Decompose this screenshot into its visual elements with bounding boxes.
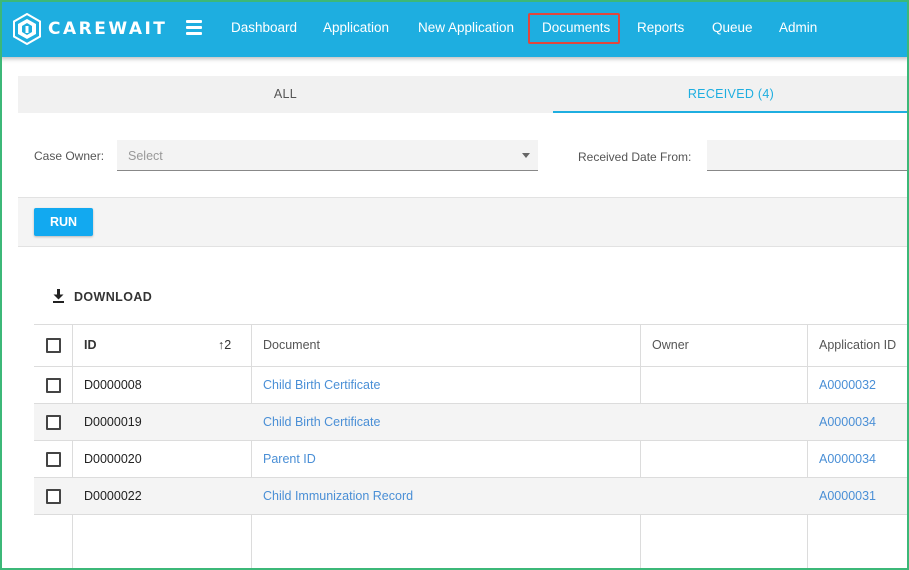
nav-admin[interactable]: Admin xyxy=(779,20,817,35)
table-row[interactable]: D0000022 Child Immunization Record A0000… xyxy=(34,478,909,515)
document-link[interactable]: Parent ID xyxy=(263,452,316,466)
sort-indicator[interactable]: ↑2 xyxy=(218,338,231,352)
document-link[interactable]: Child Birth Certificate xyxy=(263,415,380,429)
tab-all[interactable]: ALL xyxy=(18,76,553,113)
document-link[interactable]: Child Immunization Record xyxy=(263,489,413,503)
nav-new-application[interactable]: New Application xyxy=(418,20,514,35)
application-id-link[interactable]: A0000031 xyxy=(819,489,876,503)
carewait-logo-icon[interactable] xyxy=(12,13,42,45)
application-id-link[interactable]: A0000032 xyxy=(819,378,876,392)
case-owner-select[interactable]: Select xyxy=(117,140,538,171)
active-nav-highlight xyxy=(528,13,620,44)
row-checkbox[interactable] xyxy=(46,415,61,430)
brand-name[interactable]: CAREWAIT xyxy=(48,19,167,39)
hamburger-icon[interactable] xyxy=(186,20,202,35)
row-id: D0000008 xyxy=(84,378,142,392)
document-link[interactable]: Child Birth Certificate xyxy=(263,378,380,392)
row-id: D0000022 xyxy=(84,489,142,503)
document-tabs: ALL RECEIVED (4) xyxy=(18,76,909,113)
column-header-document[interactable]: Document xyxy=(263,338,320,352)
sort-priority: 2 xyxy=(224,338,232,352)
nav-dashboard[interactable]: Dashboard xyxy=(231,20,297,35)
row-checkbox[interactable] xyxy=(46,452,61,467)
nav-application[interactable]: Application xyxy=(323,20,389,35)
row-checkbox[interactable] xyxy=(46,378,61,393)
table-row[interactable]: D0000019 Child Birth Certificate A000003… xyxy=(34,404,909,441)
download-icon xyxy=(53,289,64,303)
nav-queue[interactable]: Queue xyxy=(712,20,753,35)
column-header-owner[interactable]: Owner xyxy=(652,338,689,352)
row-checkbox[interactable] xyxy=(46,489,61,504)
table-row[interactable]: D0000008 Child Birth Certificate A000003… xyxy=(34,367,909,404)
tab-received[interactable]: RECEIVED (4) xyxy=(553,76,909,113)
top-navigation-bar: CAREWAIT Dashboard Application New Appli… xyxy=(0,0,909,57)
download-label: DOWNLOAD xyxy=(74,290,153,304)
case-owner-placeholder: Select xyxy=(128,149,163,163)
application-id-link[interactable]: A0000034 xyxy=(819,452,876,466)
column-header-application-id[interactable]: Application ID xyxy=(819,338,896,352)
run-toolbar xyxy=(18,197,909,247)
table-header-row: ID ↑2 Document Owner Application ID xyxy=(34,325,909,367)
row-id: D0000019 xyxy=(84,415,142,429)
nav-reports[interactable]: Reports xyxy=(637,20,684,35)
received-date-from-label: Received Date From: xyxy=(578,150,692,164)
chevron-down-icon xyxy=(522,153,530,158)
row-id: D0000020 xyxy=(84,452,142,466)
column-header-id[interactable]: ID xyxy=(84,338,97,352)
documents-table: ID ↑2 Document Owner Application ID D000… xyxy=(34,324,909,570)
table-row[interactable]: D0000020 Parent ID A0000034 xyxy=(34,441,909,478)
application-id-link[interactable]: A0000034 xyxy=(819,415,876,429)
select-all-checkbox[interactable] xyxy=(46,338,61,353)
run-button[interactable]: RUN xyxy=(34,208,93,236)
received-date-from-input[interactable] xyxy=(707,140,909,171)
case-owner-label: Case Owner: xyxy=(34,149,105,163)
